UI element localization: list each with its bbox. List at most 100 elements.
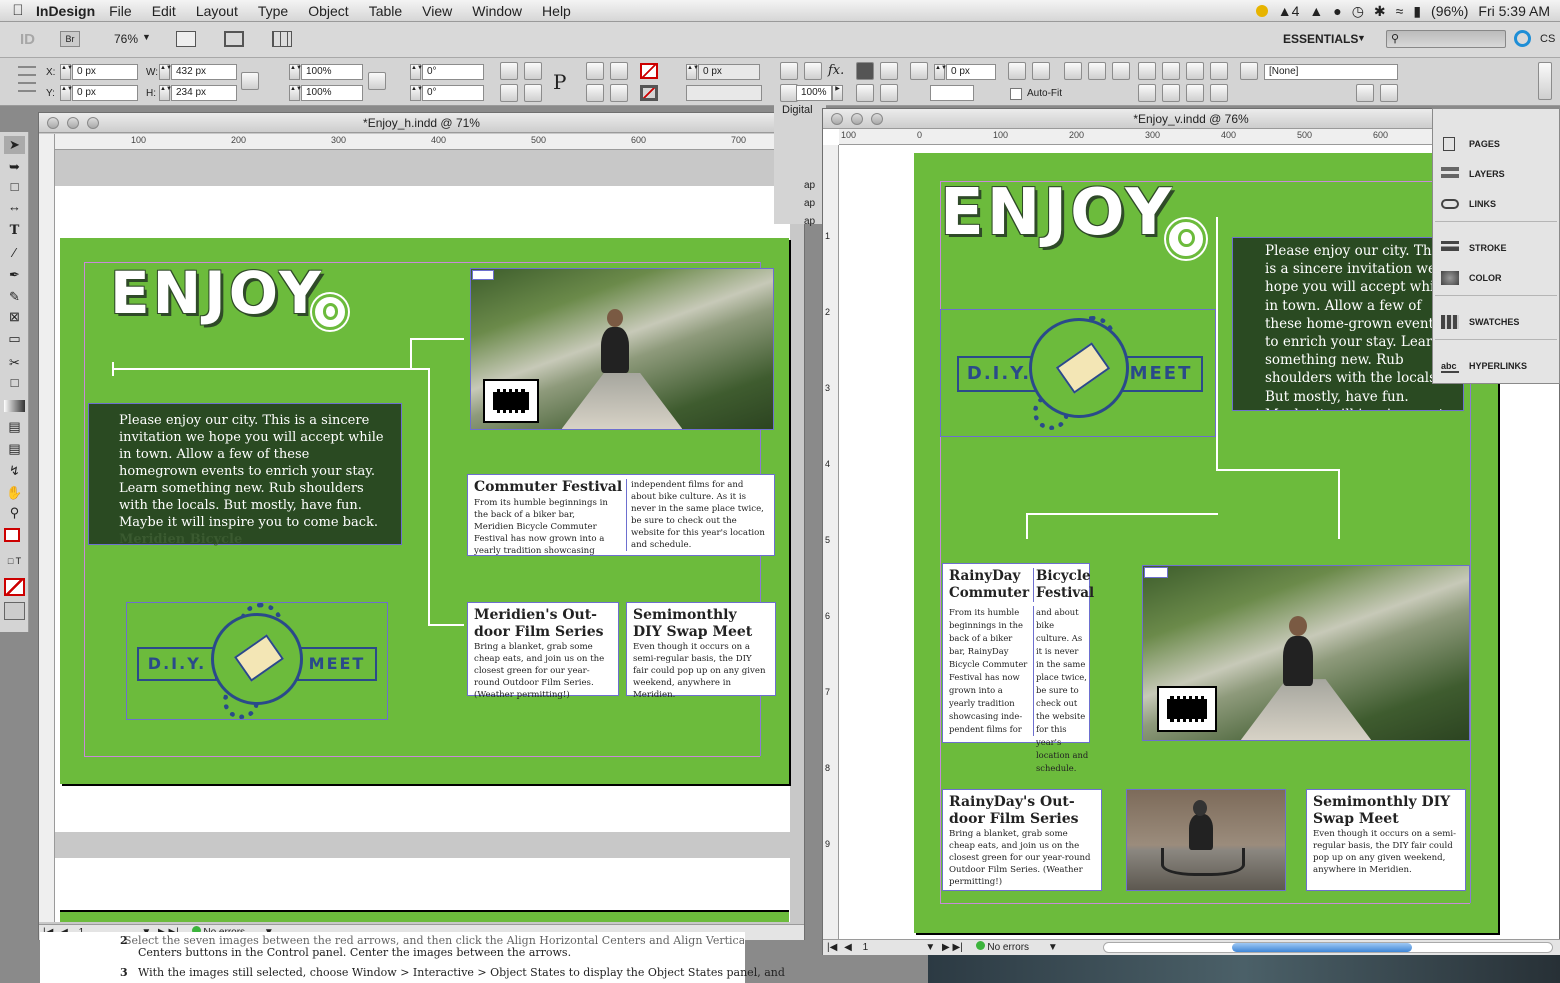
fit-frame-icon[interactable] <box>1008 62 1026 80</box>
diy-meet-logo[interactable]: D.I.Y. MEET <box>126 602 388 720</box>
fill-proportionally-icon[interactable] <box>1064 62 1082 80</box>
shear-stepper[interactable]: ▲▼ <box>410 85 423 101</box>
align-center-icon[interactable] <box>1162 62 1180 80</box>
chevron-down-icon[interactable]: ▼ <box>142 32 151 42</box>
line-tool-icon[interactable]: ∕ <box>4 244 25 262</box>
eyedropper-tool-icon[interactable]: ↯ <box>4 462 25 480</box>
diy-meet-logo[interactable]: D.I.Y. MEET <box>940 309 1216 437</box>
w-stepper[interactable]: ▲▼ <box>159 64 172 80</box>
menu-layout[interactable]: Layout <box>196 3 238 19</box>
clear-overrides-icon[interactable] <box>1356 84 1374 102</box>
workspace-switcher[interactable]: ESSENTIALS <box>1283 32 1358 46</box>
close-button[interactable] <box>47 117 59 129</box>
page-horizontal-next[interactable] <box>60 910 789 922</box>
clock[interactable]: Fri 5:39 AM <box>1478 3 1550 19</box>
moon-icon[interactable] <box>1255 5 1268 17</box>
link-scale-icon[interactable] <box>368 72 386 90</box>
scale-x-stepper[interactable]: ▲▼ <box>289 64 302 80</box>
panel-layers[interactable]: LAYERS <box>1433 161 1560 187</box>
note-tool-icon[interactable]: ▤ <box>4 440 25 458</box>
title-bar[interactable]: *Enjoy_h.indd @ 71% <box>39 113 804 133</box>
bluetooth-icon[interactable]: ✱ <box>1374 3 1386 20</box>
apply-none-icon[interactable] <box>4 578 25 596</box>
rectangle-frame-tool-icon[interactable]: ⊠ <box>4 308 25 326</box>
fill-stroke-swatch-icon[interactable] <box>4 528 20 542</box>
bridge-button[interactable]: Br <box>60 31 80 47</box>
page-horizontal[interactable]: ENJOY Please enjoy our city. This is a s… <box>60 238 789 784</box>
enjoy-headline[interactable]: ENJOY <box>110 258 324 328</box>
x-stepper[interactable]: ▲▼ <box>60 64 73 80</box>
rotate-field[interactable]: 0° <box>422 64 484 80</box>
wifi-icon[interactable]: ≈ <box>1396 3 1404 19</box>
menu-edit[interactable]: Edit <box>152 3 176 19</box>
battery-icon[interactable]: ▮ <box>1413 3 1421 20</box>
w-field[interactable]: 432 px <box>171 64 237 80</box>
autofit-checkbox[interactable] <box>1010 88 1022 100</box>
minimize-button[interactable] <box>851 113 863 125</box>
scale-x-field[interactable]: 100% <box>301 64 363 80</box>
object-style-icon[interactable] <box>1240 62 1258 80</box>
selection-tool-icon[interactable]: ➤ <box>4 136 25 154</box>
preflight-status[interactable]: No errors <box>987 942 1029 953</box>
view-options-icon[interactable] <box>176 31 196 47</box>
select-child-icon[interactable] <box>610 84 628 102</box>
film-series-card[interactable]: RainyDay's Out-door Film Series Bring a … <box>942 789 1102 891</box>
pen-tool-icon[interactable]: ✒ <box>4 266 25 284</box>
zoom-tool-icon[interactable]: ⚲ <box>4 504 25 522</box>
film-series-card[interactable]: Meridien's Out-door Film Series Bring a … <box>467 602 619 700</box>
scale-y-stepper[interactable]: ▲▼ <box>289 85 302 101</box>
stroke-swatch-icon[interactable] <box>640 85 658 101</box>
cs-live-icon[interactable] <box>1514 30 1531 47</box>
cyclist-photo-frame[interactable] <box>470 268 774 430</box>
minimize-button[interactable] <box>67 117 79 129</box>
select-container-icon[interactable] <box>586 62 604 80</box>
page-tool-icon[interactable]: □ <box>4 178 25 196</box>
select-next-icon[interactable] <box>610 62 628 80</box>
align-left-icon[interactable] <box>1138 62 1156 80</box>
constrain-proportions-icon[interactable] <box>241 72 259 90</box>
fill-swatch-icon[interactable] <box>640 63 658 79</box>
enjoy-headline[interactable]: ENJOY <box>940 175 1175 251</box>
page-vertical[interactable]: ENJOY Please enjoy our city. This is a s… <box>914 153 1498 933</box>
rotate-ccw-icon[interactable] <box>524 62 542 80</box>
offset-stepper[interactable]: ▲▼ <box>934 64 947 80</box>
last-page-icon[interactable]: ▶| <box>953 942 963 953</box>
horizontal-ruler[interactable]: 100 200 300 400 500 600 700 <box>55 134 790 150</box>
vertical-ruler[interactable]: 1 2 3 4 5 6 7 8 9 <box>823 145 839 939</box>
opacity-field[interactable]: 100% <box>796 85 832 101</box>
control-panel-menu-icon[interactable] <box>1538 62 1552 100</box>
select-content-icon[interactable] <box>524 84 542 102</box>
distribute-icon[interactable] <box>1138 84 1156 102</box>
distribute-center-icon[interactable] <box>1162 84 1180 102</box>
next-page-icon[interactable]: ▶ <box>942 942 950 953</box>
stroke-weight-field[interactable]: 0 px <box>698 64 760 80</box>
hat-icon[interactable]: ▲ <box>1309 3 1323 19</box>
scissors-tool-icon[interactable]: ✂ <box>4 354 25 372</box>
shear-field[interactable]: 0° <box>422 85 484 101</box>
cyclist-photo-frame[interactable] <box>1142 565 1470 741</box>
zoom-button[interactable] <box>87 117 99 129</box>
text-wrap-jump-icon[interactable] <box>880 84 898 102</box>
zoom-level[interactable]: 76% <box>114 32 138 46</box>
stroke-weight-stepper[interactable]: ▲▼ <box>686 64 699 80</box>
text-wrap-none-icon[interactable] <box>856 62 874 80</box>
balloon-icon[interactable] <box>312 294 348 330</box>
y-field[interactable]: 0 px <box>72 85 138 101</box>
search-input[interactable] <box>1386 30 1506 48</box>
panel-hyperlinks[interactable]: abc HYPERLINKS <box>1433 353 1560 379</box>
commuter-festival-card[interactable]: Commuter Festival From its humble beginn… <box>467 474 775 556</box>
intro-text-frame[interactable]: Please enjoy our city. This is a sincere… <box>88 403 402 547</box>
time-machine-icon[interactable]: ◷ <box>1352 3 1364 20</box>
close-button[interactable] <box>831 113 843 125</box>
menu-table[interactable]: Table <box>369 3 402 19</box>
horizontal-scrollbar[interactable] <box>1103 942 1553 953</box>
align-right-icon[interactable] <box>1186 62 1204 80</box>
hand-tool-icon[interactable]: ✋ <box>4 484 25 502</box>
corner-shape-dropdown[interactable] <box>930 85 974 101</box>
gap-tool-icon[interactable]: ↔ <box>4 198 25 216</box>
menu-file[interactable]: File <box>109 3 132 19</box>
rotate-stepper[interactable]: ▲▼ <box>410 64 423 80</box>
chat-icon[interactable]: ● <box>1333 3 1341 19</box>
object-style-dropdown[interactable]: [None] <box>1264 64 1398 80</box>
rotate-cw-icon[interactable] <box>500 62 518 80</box>
